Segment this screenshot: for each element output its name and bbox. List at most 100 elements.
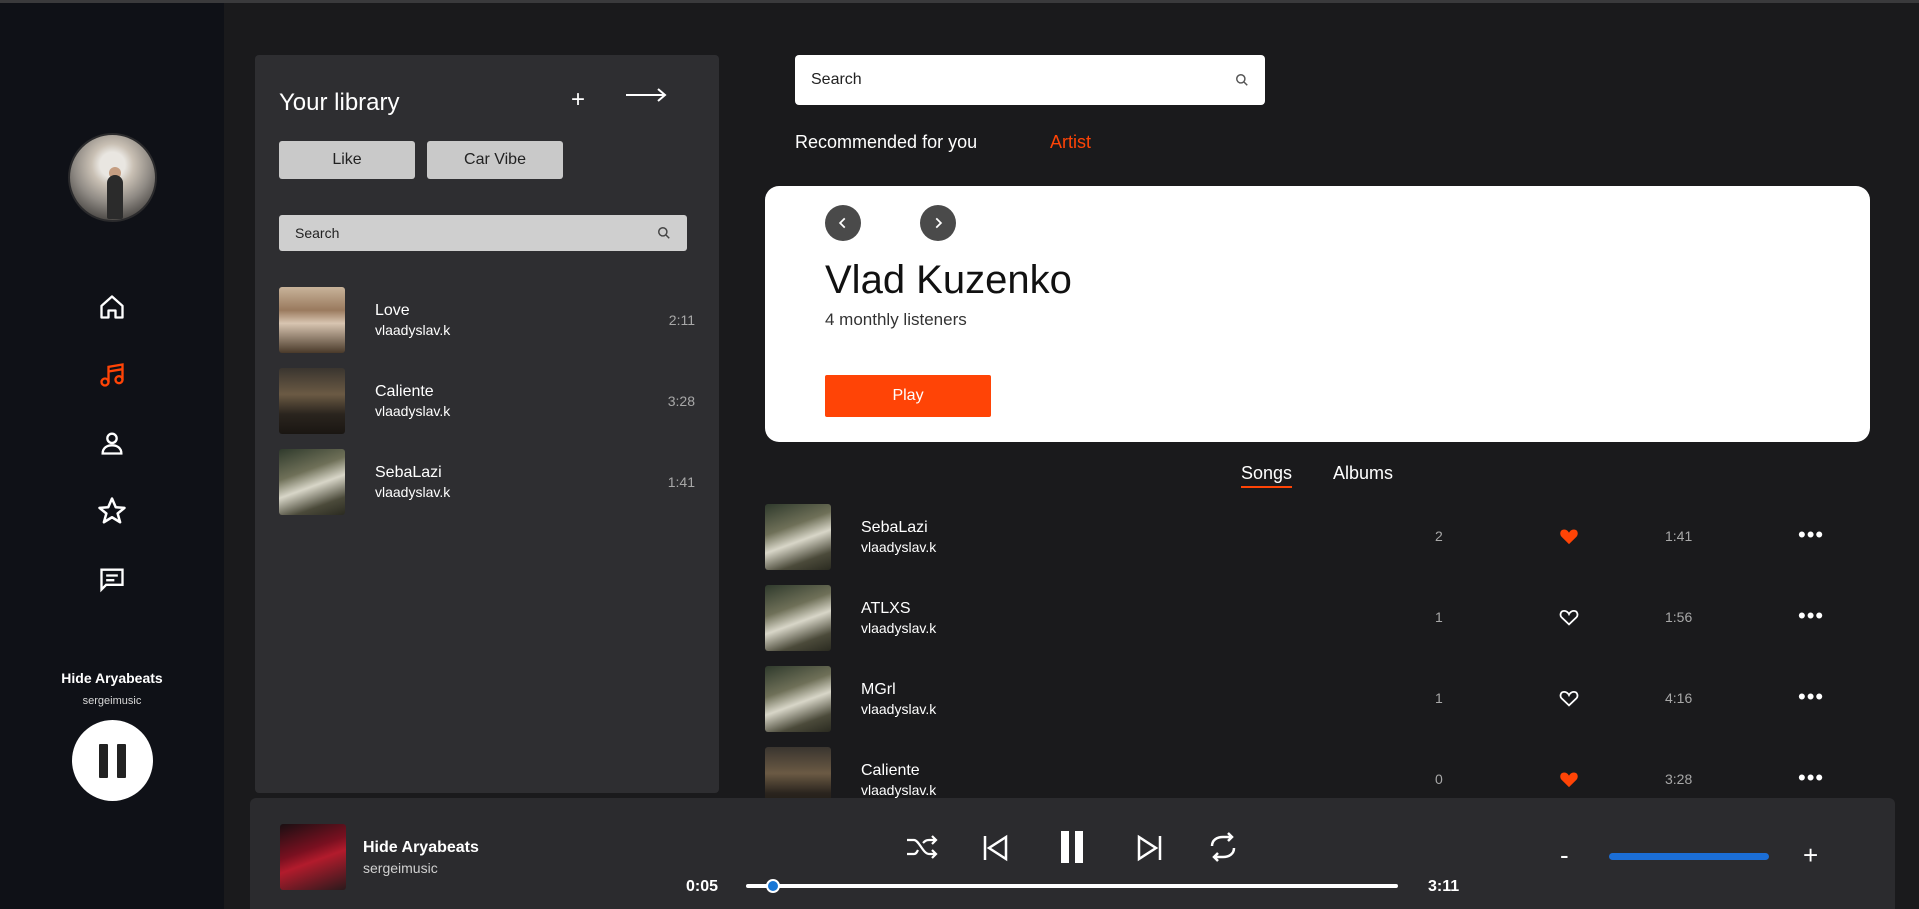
library-panel: Your library + Like Car Vibe Search Love… [255,55,719,793]
player-track-title: Hide Aryabeats [363,839,479,856]
heart-filled-icon[interactable] [1559,527,1579,550]
track-cover [279,287,345,353]
song-row[interactable]: MGrl vlaadyslav.k 1 4:16 ••• [765,666,1845,732]
song-plays: 1 [1435,690,1443,706]
user-icon[interactable] [96,427,128,459]
search-icon [1236,74,1248,86]
song-duration: 1:41 [1665,528,1693,544]
track-cover [279,368,345,434]
skip-forward-icon [1137,834,1162,862]
tab-artist[interactable]: Artist [1050,132,1091,153]
heart-outline-icon[interactable] [1559,608,1579,631]
tab-albums[interactable]: Albums [1333,463,1393,484]
chevron-left-icon [838,217,846,229]
music-note-icon[interactable] [96,359,128,391]
song-cover [765,666,831,732]
song-plays: 1 [1435,609,1443,625]
song-name: Caliente [861,762,920,779]
artist-name: Vlad Kuzenko [825,258,1072,302]
track-duration: 1:41 [667,474,695,490]
tab-songs[interactable]: Songs [1241,463,1293,488]
avatar-figure [107,175,123,219]
track-name: SebaLazi [375,464,442,481]
track-name: Caliente [375,383,434,400]
next-button[interactable] [1137,834,1163,867]
player-bar: Hide Aryabeats sergeimusic 0:05 3:11 - + [250,798,1895,909]
song-row[interactable]: SebaLazi vlaadyslav.k 2 1:41 ••• [765,504,1845,570]
repeat-button[interactable] [1207,832,1239,867]
left-nav: Hide Aryabeats sergeimusic [0,3,224,909]
pause-button[interactable] [1059,830,1085,869]
chevron-right-icon [935,217,943,229]
shuffle-button[interactable] [905,833,939,866]
pause-icon [117,743,126,778]
add-playlist-button[interactable]: + [571,86,585,114]
song-cover [765,504,831,570]
pause-icon [99,743,108,778]
artist-hero-card: Vlad Kuzenko 4 monthly listeners Play [765,186,1870,442]
song-artist: vlaadyslav.k [861,701,937,717]
volume-up-button[interactable]: + [1803,840,1818,871]
song-row[interactable]: ATLXS vlaadyslav.k 1 1:56 ••• [765,585,1845,651]
library-title: Your library [279,89,400,116]
pause-icon [1061,831,1083,863]
repeat-icon [1210,832,1236,862]
library-search-input[interactable]: Search [279,215,687,251]
play-artist-button[interactable]: Play [825,375,991,417]
skip-back-icon [983,834,1008,862]
progress-handle[interactable] [765,879,780,893]
player-track-artist: sergeimusic [363,860,438,876]
avatar[interactable] [68,133,157,222]
song-plays: 2 [1435,528,1443,544]
song-name: ATLXS [861,600,911,617]
filter-chip-car-vibe[interactable]: Car Vibe [427,141,563,179]
sidebar-pause-button[interactable] [72,720,153,801]
song-plays: 0 [1435,771,1443,787]
more-options-button[interactable]: ••• [1798,684,1824,710]
song-artist: vlaadyslav.k [861,620,937,636]
message-icon[interactable] [96,563,128,595]
monthly-listeners: 4 monthly listeners [825,310,967,329]
track-name: Love [375,302,410,319]
more-options-button[interactable]: ••• [1798,603,1824,629]
heart-filled-icon[interactable] [1559,770,1579,793]
star-icon[interactable] [96,495,128,527]
track-artist: vlaadyslav.k [375,403,451,419]
tab-recommended[interactable]: Recommended for you [795,132,977,153]
volume-slider[interactable] [1609,853,1769,860]
song-artist: vlaadyslav.k [861,539,937,555]
song-cover [765,585,831,651]
heart-outline-icon[interactable] [1559,689,1579,712]
library-track-row[interactable]: SebaLazi vlaadyslav.k 1:41 [279,449,695,515]
track-artist: vlaadyslav.k [375,484,451,500]
library-search-placeholder: Search [295,225,340,241]
sidebar-track-title: Hide Aryabeats [61,670,163,686]
track-duration: 3:28 [667,393,695,409]
track-cover [279,449,345,515]
prev-artist-button[interactable] [825,205,861,241]
song-name: MGrl [861,681,896,698]
home-icon[interactable] [96,291,128,323]
shuffle-icon [907,835,938,859]
volume-down-button[interactable]: - [1560,840,1569,871]
main-search-placeholder: Search [811,71,862,88]
filter-chip-like[interactable]: Like [279,141,415,179]
song-duration: 1:56 [1665,609,1693,625]
more-options-button[interactable]: ••• [1798,765,1824,791]
more-options-button[interactable]: ••• [1798,522,1824,548]
track-duration: 2:11 [668,312,695,328]
library-track-row[interactable]: Caliente vlaadyslav.k 3:28 [279,368,695,434]
library-track-row[interactable]: Love vlaadyslav.k 2:11 [279,287,695,353]
song-name: SebaLazi [861,519,928,536]
player-cover [280,824,346,890]
main-search-input[interactable]: Search [795,55,1265,105]
next-artist-button[interactable] [920,205,956,241]
search-icon [658,227,670,239]
song-duration: 3:28 [1665,771,1693,787]
previous-button[interactable] [982,834,1008,867]
song-artist: vlaadyslav.k [861,782,937,798]
progress-bar[interactable] [746,879,1398,893]
elapsed-time: 0:05 [686,878,719,895]
expand-arrow-icon[interactable] [625,87,667,108]
total-time: 3:11 [1428,878,1460,895]
